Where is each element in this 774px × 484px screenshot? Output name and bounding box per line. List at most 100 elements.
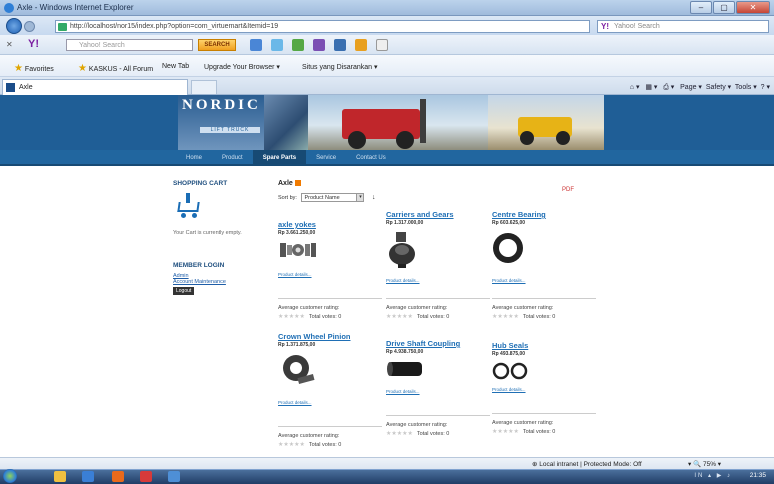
chevron-down-icon: ▾: [356, 194, 364, 201]
sort-select[interactable]: Product Name ▾: [301, 193, 365, 202]
close-button[interactable]: ✕: [736, 1, 770, 14]
product-name[interactable]: Hub Seals: [492, 341, 596, 350]
new-tab-button[interactable]: [191, 80, 217, 94]
product-image-centre-bearing[interactable]: [492, 230, 596, 270]
rating-stars: ★★★★★ Total votes: 0: [278, 314, 342, 320]
site-logo[interactable]: NORDIC LIFT TRUCK: [178, 95, 264, 150]
print-icon[interactable]: ⎙: [663, 84, 669, 91]
product-details-link[interactable]: Product details...: [492, 387, 526, 392]
ie-icon: [4, 3, 14, 13]
product-image-carriers-gears[interactable]: [386, 230, 490, 270]
flickr-icon[interactable]: [313, 39, 325, 51]
app2-taskbar-icon[interactable]: [140, 471, 152, 482]
star-icon: ★: [14, 63, 23, 74]
maximize-button[interactable]: ▢: [713, 1, 735, 14]
product-details-link[interactable]: Product details...: [386, 389, 420, 394]
amazon-icon[interactable]: [376, 39, 388, 51]
product-image-hub-seals[interactable]: [492, 361, 596, 383]
toolbar-search-input[interactable]: Yahoo! Search: [66, 39, 193, 51]
product-price: Rp 603.625,00: [492, 220, 526, 226]
fav-item-newtab[interactable]: New Tab: [162, 63, 189, 70]
help-icon[interactable]: ?: [761, 84, 765, 91]
zoom-level[interactable]: ▾ 🔍 75% ▾: [688, 460, 721, 468]
rating-stars: ★★★★★ Total votes: 0: [386, 314, 450, 320]
forward-button[interactable]: [24, 21, 35, 32]
logout-button[interactable]: Logout: [173, 287, 195, 295]
page-menu[interactable]: Page ▾: [680, 84, 702, 91]
menu-service[interactable]: Service: [306, 150, 346, 166]
rating-label: Average customer rating:: [492, 420, 554, 426]
product-image-axle-yokes[interactable]: [278, 240, 382, 268]
fav-item-situs[interactable]: Situs yang Disarankan ▾: [302, 63, 378, 71]
safety-menu[interactable]: Safety ▾: [706, 84, 731, 91]
menu-spare-parts[interactable]: Spare Parts: [252, 150, 307, 166]
rating-label: Average customer rating:: [386, 305, 448, 311]
sort-direction-icon[interactable]: ↓: [372, 194, 376, 201]
yahoo-logo[interactable]: Y!: [28, 38, 39, 50]
favorites-button[interactable]: ★ Favorites: [14, 63, 54, 74]
sort-control: Sort by: Product Name ▾ ↓: [278, 193, 376, 202]
games-icon[interactable]: [292, 39, 304, 51]
menu-contact-us[interactable]: Contact Us: [346, 150, 396, 166]
shopping-cart-icon: [175, 193, 203, 219]
product-name[interactable]: Centre Bearing: [492, 210, 596, 219]
fav-item-upgrade[interactable]: Upgrade Your Browser ▾: [204, 63, 280, 71]
back-button[interactable]: [6, 18, 22, 34]
product-details-link[interactable]: Product details...: [492, 278, 526, 283]
start-button[interactable]: [3, 469, 17, 483]
login-title: MEMBER LOGIN: [173, 262, 225, 269]
ie-taskbar-icon[interactable]: [82, 471, 94, 482]
header-image-truck: [264, 95, 308, 150]
browser-search-input[interactable]: Y! Yahoo! Search: [597, 20, 769, 33]
account-maintenance-link[interactable]: Account Maintenance: [173, 279, 263, 285]
tools-menu[interactable]: Tools ▾: [735, 84, 757, 91]
status-bar: ⊕ Local intranet | Protected Mode: Off ▾…: [0, 457, 774, 469]
app-taskbar-icon[interactable]: [112, 471, 124, 482]
app3-taskbar-icon[interactable]: [168, 471, 180, 482]
rating-label: Average customer rating:: [278, 305, 340, 311]
product-card-hub-seals: Hub Seals Rp 493.875,00 Product details.…: [492, 341, 596, 451]
site-header: NORDIC LIFT TRUCK: [0, 95, 774, 150]
favorites-bar: ★ Favorites ★ KASKUS - All Forum New Tab…: [0, 55, 774, 77]
product-image-drive-shaft[interactable]: [386, 359, 490, 383]
minimize-button[interactable]: –: [690, 1, 712, 14]
pdf-icon[interactable]: PDF: [562, 187, 574, 193]
product-card-crown-wheel-pinion: Crown Wheel Pinion Rp 1.371.875,00 Produ…: [278, 332, 382, 452]
toolbar-icons: [250, 39, 388, 51]
product-image-crown-wheel[interactable]: [278, 352, 382, 388]
home-icon[interactable]: ⌂: [630, 84, 634, 91]
weather-icon[interactable]: [271, 39, 283, 51]
product-card-carriers-gears: Carriers and Gears Rp 1.317.000,00 Produ…: [386, 210, 490, 320]
rss-icon[interactable]: [294, 180, 301, 187]
sidebar: SHOPPING CART Your Cart is currently emp…: [173, 180, 263, 295]
mail-icon[interactable]: [250, 39, 262, 51]
product-details-link[interactable]: Product details...: [386, 278, 420, 283]
rating-stars: ★★★★★ Total votes: 0: [492, 429, 556, 435]
product-details-link[interactable]: Product details...: [278, 400, 312, 405]
product-price: Rp 3.661.250,00: [278, 230, 316, 236]
product-name[interactable]: axle yokes: [278, 220, 382, 229]
tab-axle[interactable]: Axle: [2, 79, 188, 95]
clock[interactable]: 21:35: [750, 472, 766, 479]
url-field[interactable]: http://localhost/nor15/index.php?option=…: [55, 20, 590, 33]
product-name[interactable]: Carriers and Gears: [386, 210, 490, 219]
product-card-centre-bearing: Centre Bearing Rp 603.625,00 Product det…: [492, 210, 596, 320]
product-name[interactable]: Drive Shaft Coupling: [386, 339, 490, 348]
menu-home[interactable]: Home: [176, 150, 212, 166]
toolbar-search-button[interactable]: SEARCH: [198, 39, 236, 51]
fav-item-kaskus[interactable]: ★ KASKUS - All Forum: [78, 63, 153, 74]
news-icon[interactable]: [334, 39, 346, 51]
system-tray[interactable]: IN ▴ ▶ ♪: [694, 472, 732, 479]
close-toolbar-icon[interactable]: ✕: [6, 40, 13, 49]
product-details-link[interactable]: Product details...: [278, 272, 312, 277]
menu-product[interactable]: Product: [212, 150, 253, 166]
window-title: Axle - Windows Internet Explorer: [17, 3, 134, 12]
zone-status[interactable]: ⊕ Local intranet | Protected Mode: Off: [532, 460, 642, 468]
rating-label: Average customer rating:: [278, 433, 340, 439]
feeds-icon[interactable]: ▦: [645, 84, 652, 91]
command-bar: ⌂ ▾ ▦ ▾ ⎙ ▾ Page ▾ Safety ▾ Tools ▾ ? ▾: [629, 84, 770, 91]
product-price: Rp 493.875,00: [492, 351, 526, 357]
explorer-taskbar-icon[interactable]: [54, 471, 66, 482]
messenger-icon[interactable]: [355, 39, 367, 51]
product-name[interactable]: Crown Wheel Pinion: [278, 332, 382, 341]
